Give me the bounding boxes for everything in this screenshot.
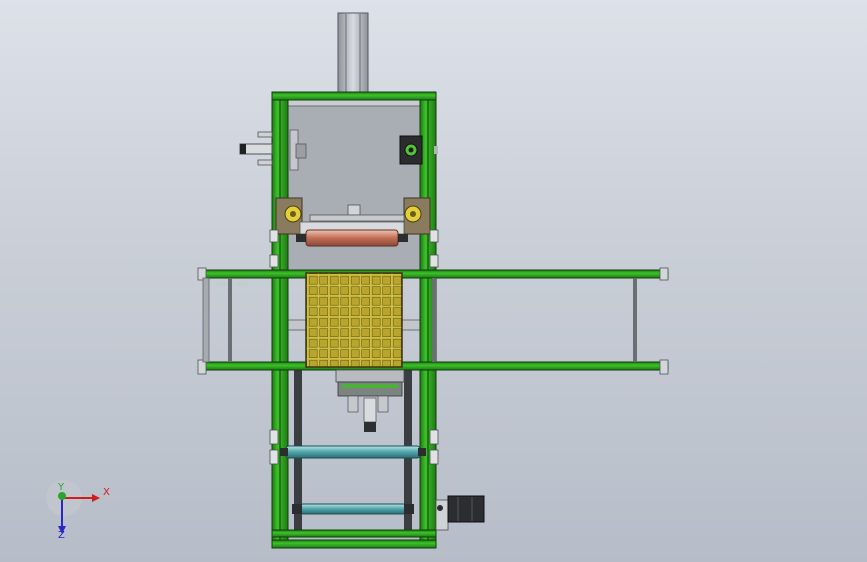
z-axis-label: Z — [58, 530, 65, 541]
stepper-motor — [435, 495, 485, 531]
bearing-block-left — [275, 197, 303, 235]
x-axis-label: X — [103, 487, 110, 498]
cyan-roller-lower — [292, 503, 414, 515]
bearing-block-right — [403, 197, 431, 235]
cyan-roller-upper — [280, 445, 426, 459]
cad-model-viewport[interactable] — [0, 0, 867, 562]
coordinate-triad — [46, 480, 100, 534]
top-column — [337, 12, 369, 96]
frame-post-left — [271, 91, 289, 549]
lower-carriage — [335, 369, 405, 432]
yellow-grid-tray — [305, 272, 403, 368]
y-axis-label: Y — [58, 482, 65, 493]
y-axis-dot — [58, 492, 66, 500]
pressure-roller-red — [296, 221, 408, 247]
frame-top-crossbar — [271, 91, 437, 101]
frame-bottom-crossbars — [271, 529, 437, 549]
